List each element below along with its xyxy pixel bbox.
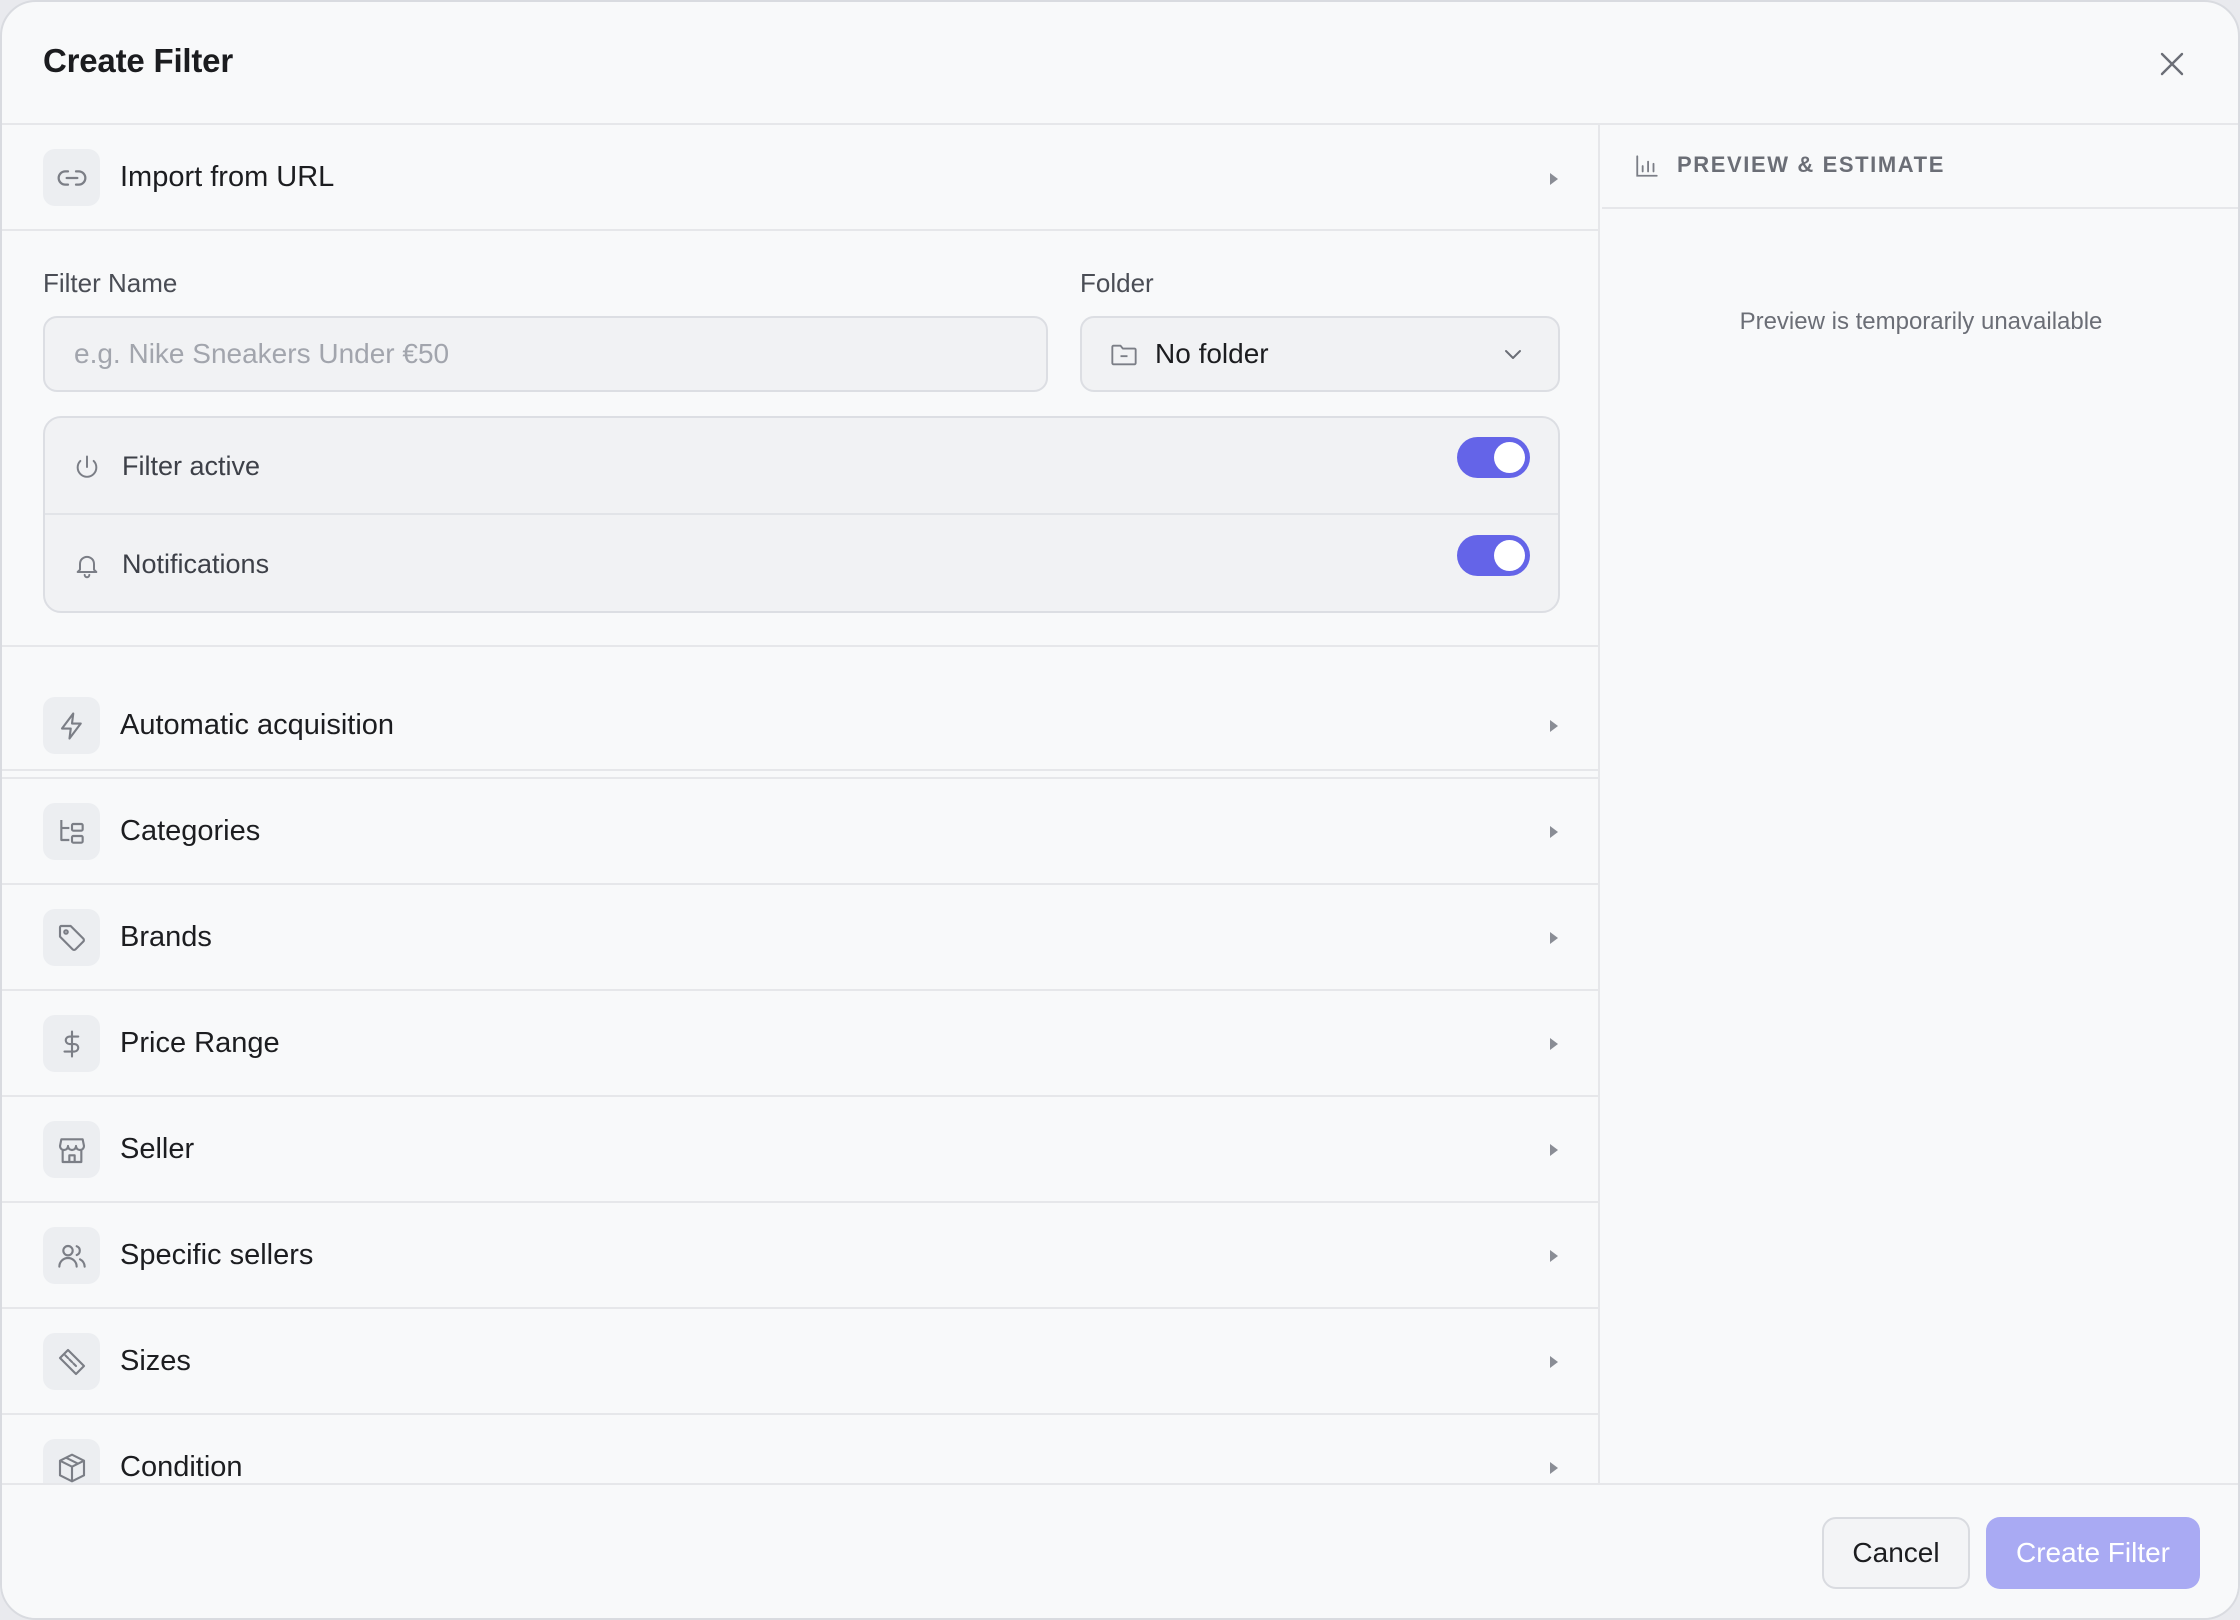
chevron-down-icon bbox=[1505, 350, 1521, 359]
dollar-icon bbox=[43, 1015, 100, 1072]
section-label: Brands bbox=[120, 921, 212, 953]
section-label: Automatic acquisition bbox=[120, 709, 395, 741]
preview-unavailable-message: Preview is temporarily unavailable bbox=[1739, 308, 2103, 335]
power-icon bbox=[76, 455, 98, 478]
filter-active-label: Filter active bbox=[122, 451, 261, 481]
section-specific-sellers[interactable]: Specific sellers bbox=[2, 1203, 1598, 1309]
filter-form-pane: Import from URL Filter Name Folder No fo… bbox=[2, 125, 1600, 1483]
users-icon bbox=[43, 1227, 100, 1284]
notifications-row: Notifications bbox=[45, 516, 1558, 611]
section-label: Sizes bbox=[120, 1345, 191, 1377]
caret-right-icon bbox=[1550, 932, 1558, 944]
section-divider bbox=[2, 645, 1598, 647]
notifications-label: Notifications bbox=[122, 549, 270, 579]
caret-right-icon bbox=[1550, 1462, 1558, 1474]
create-filter-dialog: Create Filter Import from URL Filter Nam… bbox=[0, 0, 2240, 1620]
folder-select-value: No folder bbox=[1155, 338, 1269, 369]
caret-right-icon bbox=[1550, 1038, 1558, 1050]
section-seller[interactable]: Seller bbox=[2, 1097, 1598, 1203]
toggle-settings-card: Filter active Notifications bbox=[43, 416, 1560, 613]
filter-name-input[interactable] bbox=[43, 316, 1048, 392]
section-label: Seller bbox=[120, 1133, 195, 1165]
toggle-knob bbox=[1494, 442, 1525, 473]
cancel-button[interactable]: Cancel bbox=[1822, 1517, 1970, 1589]
filter-active-row: Filter active bbox=[45, 418, 1558, 515]
section-label: Price Range bbox=[120, 1027, 280, 1059]
preview-pane: PREVIEW & ESTIMATE Preview is temporaril… bbox=[1602, 125, 2238, 1483]
section-label: Categories bbox=[120, 815, 261, 847]
import-from-url-row[interactable]: Import from URL bbox=[2, 125, 1598, 231]
category-tree-icon bbox=[43, 803, 100, 860]
folder-label: Folder bbox=[1080, 268, 1154, 298]
caret-right-icon bbox=[1550, 1356, 1558, 1368]
toggle-knob bbox=[1494, 540, 1525, 571]
caret-right-icon bbox=[1550, 720, 1558, 732]
folder-select[interactable]: No folder bbox=[1080, 316, 1560, 392]
filter-name-label: Filter Name bbox=[43, 268, 178, 298]
section-sizes[interactable]: Sizes bbox=[2, 1309, 1598, 1415]
caret-right-icon bbox=[1550, 1144, 1558, 1156]
tag-icon bbox=[43, 909, 100, 966]
dialog-footer: Cancel Create Filter bbox=[2, 1483, 2238, 1618]
caret-right-icon bbox=[1550, 826, 1558, 838]
bar-chart-icon bbox=[1636, 155, 1658, 177]
preview-title: PREVIEW & ESTIMATE bbox=[1677, 152, 1945, 177]
store-icon bbox=[43, 1121, 100, 1178]
create-filter-button[interactable]: Create Filter bbox=[1986, 1517, 2200, 1589]
caret-right-icon bbox=[1550, 1250, 1558, 1262]
section-label: Specific sellers bbox=[120, 1239, 314, 1271]
close-button[interactable] bbox=[2152, 44, 2192, 84]
box-icon bbox=[43, 1439, 100, 1483]
import-from-url-label: Import from URL bbox=[120, 161, 335, 193]
section-brands[interactable]: Brands bbox=[2, 885, 1598, 991]
ruler-icon bbox=[43, 1333, 100, 1390]
section-label: Condition bbox=[120, 1451, 243, 1483]
section-categories[interactable]: Categories bbox=[2, 779, 1598, 885]
section-condition[interactable]: Condition bbox=[2, 1415, 1598, 1483]
filter-active-toggle[interactable] bbox=[1457, 437, 1530, 478]
section-price-range[interactable]: Price Range bbox=[2, 991, 1598, 1097]
section-automatic-acquisition[interactable]: Automatic acquisition bbox=[2, 673, 1598, 779]
preview-header: PREVIEW & ESTIMATE bbox=[1602, 125, 2238, 209]
notifications-toggle[interactable] bbox=[1457, 535, 1530, 576]
dialog-header: Create Filter bbox=[2, 2, 2238, 125]
dialog-title: Create Filter bbox=[43, 42, 233, 79]
close-icon bbox=[2160, 52, 2184, 76]
caret-right-icon bbox=[1550, 173, 1558, 185]
lightning-icon bbox=[43, 697, 100, 754]
folder-icon bbox=[1111, 344, 1137, 366]
bell-icon bbox=[76, 555, 98, 579]
link-icon bbox=[43, 149, 100, 206]
